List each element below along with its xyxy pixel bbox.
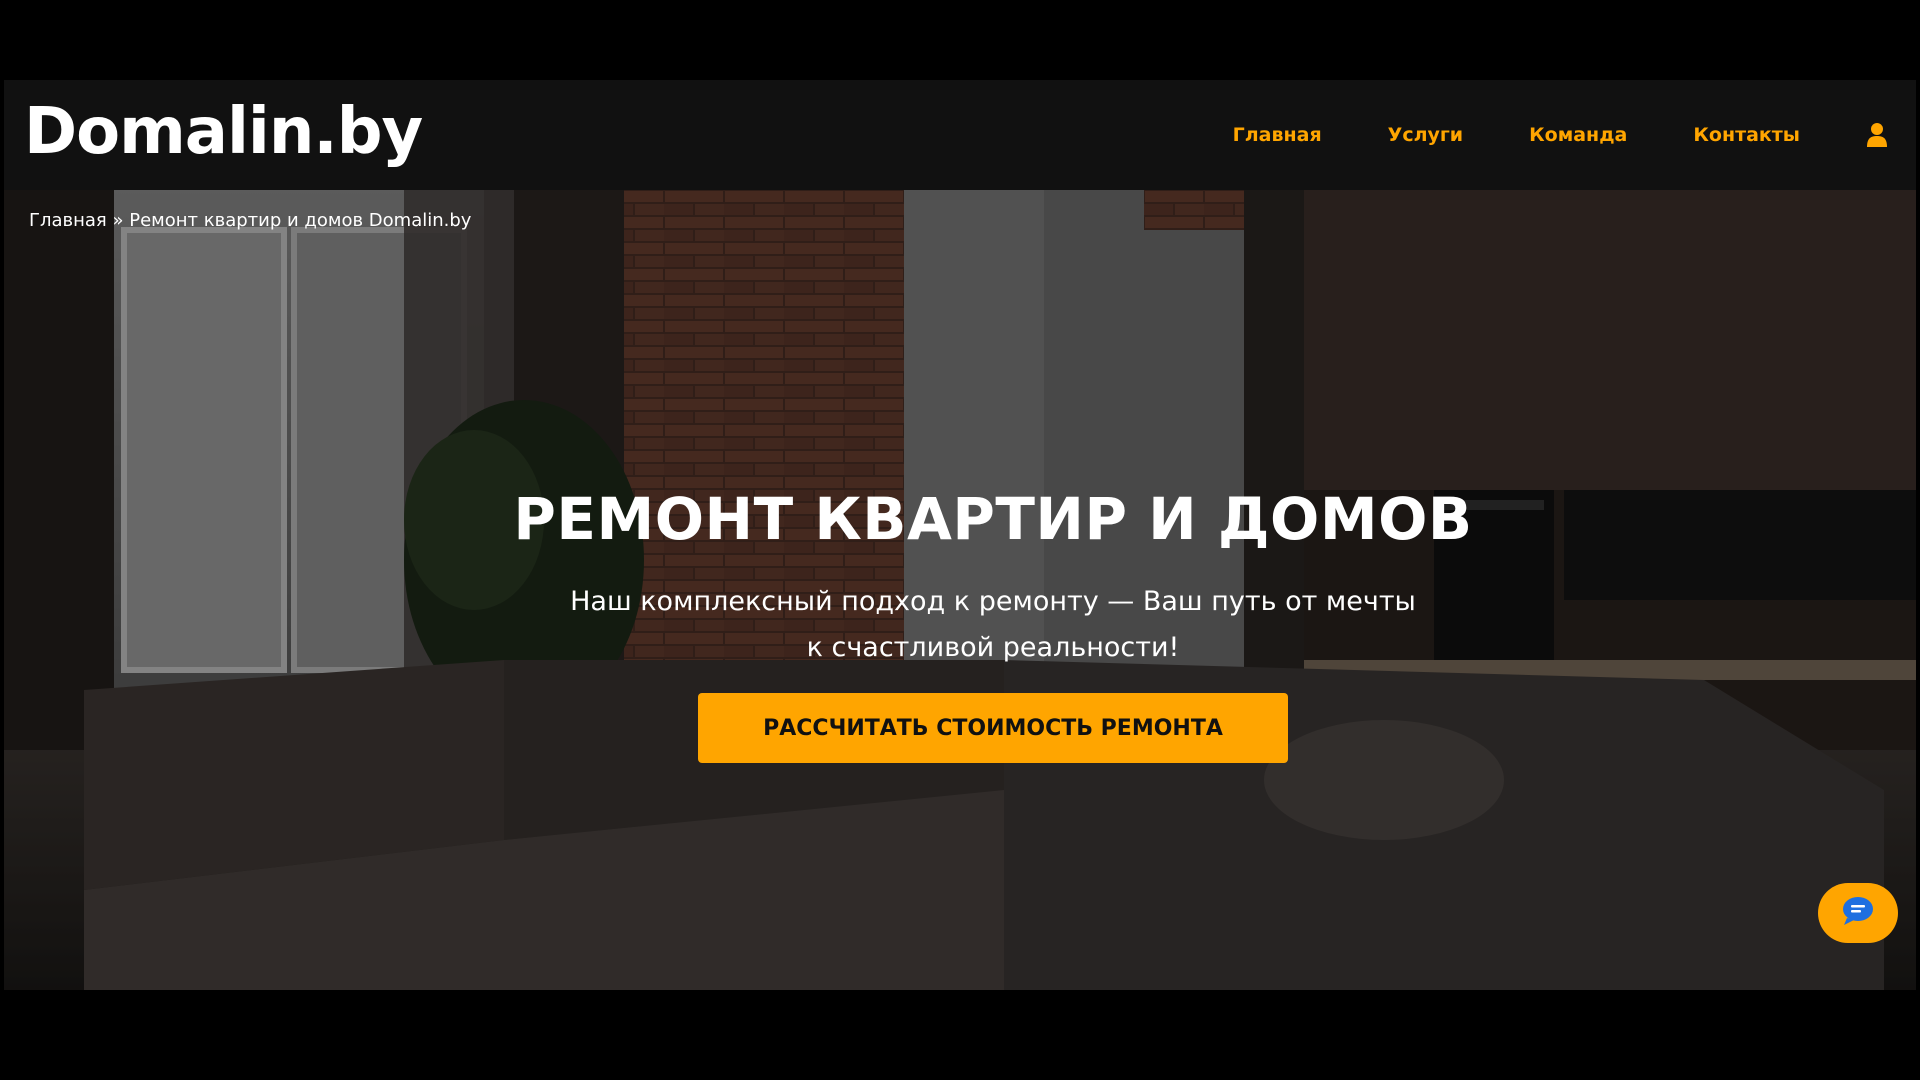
user-icon[interactable]: [1866, 122, 1888, 148]
hero-content: РЕМОНТ КВАРТИР И ДОМОВ Наш комплексный п…: [4, 485, 1916, 763]
nav-link-team[interactable]: Команда: [1529, 124, 1627, 146]
main-nav: Главная Услуги Команда Контакты: [1233, 80, 1916, 190]
breadcrumb: Главная » Ремонт квартир и домов Domalin…: [29, 210, 471, 231]
breadcrumb-current: Ремонт квартир и домов Domalin.by: [129, 210, 472, 231]
nav-link-home[interactable]: Главная: [1233, 124, 1322, 146]
chat-bubble-icon: [1841, 896, 1875, 931]
page-frame: Domalin.by Главная Услуги Команда Контак…: [4, 80, 1916, 990]
chat-button[interactable]: [1818, 883, 1898, 943]
hero-title: РЕМОНТ КВАРТИР И ДОМОВ: [513, 485, 1473, 553]
site-logo[interactable]: Domalin.by: [24, 100, 423, 164]
hero-section: Главная » Ремонт квартир и домов Domalin…: [4, 190, 1916, 990]
nav-link-services[interactable]: Услуги: [1388, 124, 1463, 146]
site-header: Domalin.by Главная Услуги Команда Контак…: [4, 80, 1916, 190]
breadcrumb-separator: »: [112, 210, 124, 231]
calculate-cost-button[interactable]: РАССЧИТАТЬ СТОИМОСТЬ РЕМОНТА: [698, 693, 1288, 763]
nav-link-contacts[interactable]: Контакты: [1693, 124, 1800, 146]
breadcrumb-home-link[interactable]: Главная: [29, 210, 107, 231]
hero-subtitle: Наш комплексный подход к ремонту — Ваш п…: [570, 586, 1416, 663]
